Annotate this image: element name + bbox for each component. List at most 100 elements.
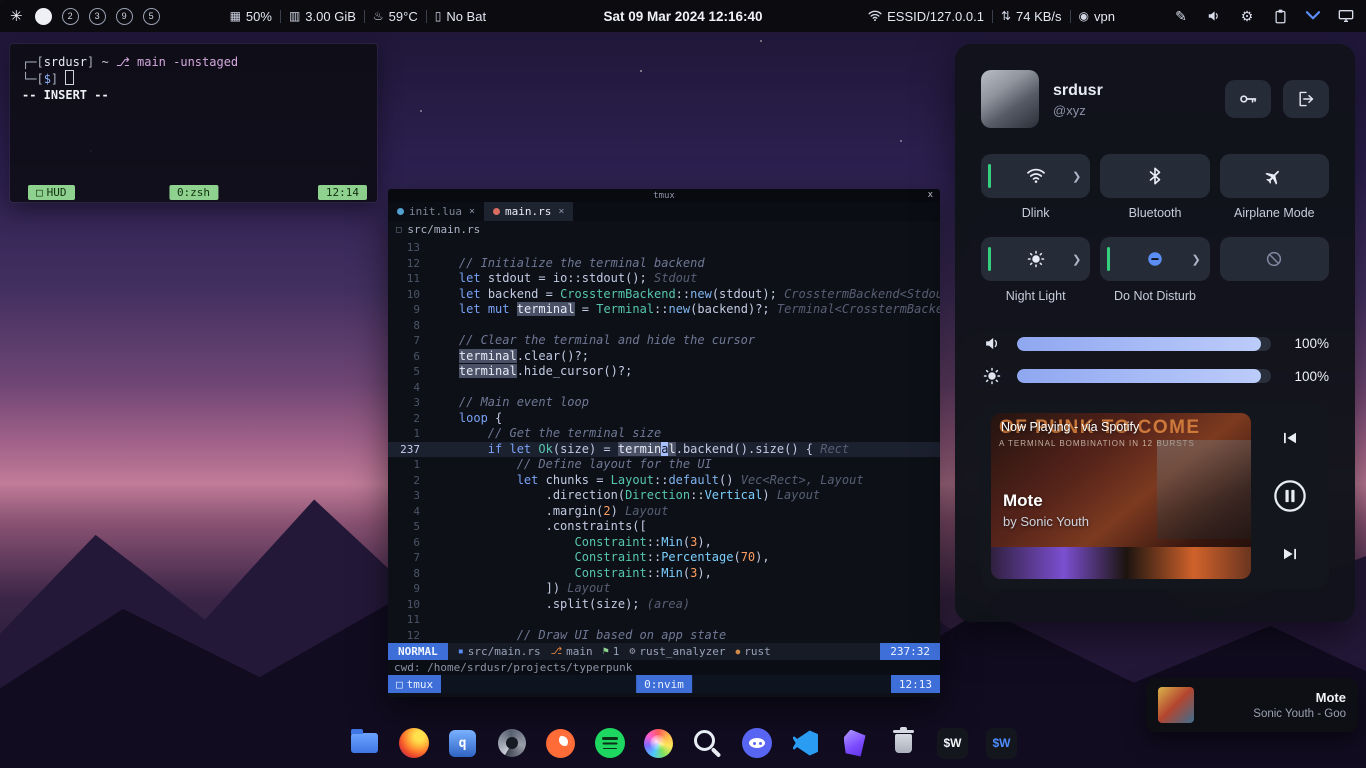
code-line[interactable]: 4 .margin(2) Layout <box>388 504 940 520</box>
code-line[interactable]: 8 Constraint::Min(3), <box>388 566 940 582</box>
network-stats: ESSID/127.0.0.1 ⇅ 74 KB/s ◉ vpn <box>868 9 1115 24</box>
code-line[interactable]: 5 terminal.hide_cursor()?; <box>388 364 940 380</box>
chevron-right-icon[interactable]: ❯ <box>1191 253 1200 266</box>
dock-item-discord[interactable] <box>738 725 775 762</box>
hud-badge[interactable]: □ HUD <box>28 185 75 200</box>
code-line[interactable]: 12 // Draw UI based on app state <box>388 628 940 644</box>
code-area: 1312 // Initialize the terminal backend1… <box>388 238 940 643</box>
dock-item-obsidian[interactable] <box>836 725 873 762</box>
next-button[interactable] <box>1271 535 1309 573</box>
code-line[interactable]: 4 <box>388 380 940 396</box>
code-line[interactable]: 6 terminal.clear()?; <box>388 349 940 365</box>
tab-init-lua[interactable]: init.lua × <box>388 202 484 221</box>
distro-logo-icon[interactable]: ✳ <box>10 7 23 25</box>
wifi-stat[interactable]: ESSID/127.0.0.1 <box>868 9 984 24</box>
magnifier-icon <box>694 730 715 751</box>
dock-item-spotify[interactable] <box>591 725 628 762</box>
workspace-tag[interactable]: 9 <box>116 8 133 25</box>
code-line[interactable]: 11 <box>388 612 940 628</box>
pause-button[interactable] <box>1271 477 1309 515</box>
wifi-toggle[interactable]: ❯ <box>981 154 1090 198</box>
media-notification[interactable]: Mote Sonic Youth - Goo <box>1146 678 1358 732</box>
nvim-statusline: NORMAL ▪ src/main.rs ⎇ main ⚑ 1 ⚙ rust_a… <box>388 643 940 660</box>
code-line[interactable]: 2 loop { <box>388 411 940 427</box>
code-line[interactable]: 237 if let Ok(size) = terminal.backend()… <box>388 442 940 458</box>
previous-icon <box>1280 429 1300 447</box>
temperature-value: 59°C <box>389 9 418 24</box>
code-line[interactable]: 8 <box>388 318 940 334</box>
volume-button[interactable] <box>1204 6 1224 26</box>
code-line[interactable]: 10 .split(size); (area) <box>388 597 940 613</box>
code-line[interactable]: 2 let chunks = Layout::default() Vec<Rec… <box>388 473 940 489</box>
chevron-right-icon[interactable]: ❯ <box>1072 253 1081 266</box>
terminal-output[interactable]: ┌─[srdusr] ~ ⎇ main -unstaged└─[$] -- IN… <box>10 44 377 113</box>
vpn-stat[interactable]: ◉ vpn <box>1079 9 1115 24</box>
dock-item-graphics-app[interactable] <box>640 725 677 762</box>
tmux-session-badge[interactable]: 0:zsh <box>169 185 218 200</box>
chevron-right-icon[interactable]: ❯ <box>1072 170 1081 183</box>
code-line[interactable]: 1 // Define layout for the UI <box>388 457 940 473</box>
logout-button[interactable] <box>1283 80 1329 118</box>
bluetooth-toggle[interactable] <box>1100 154 1209 198</box>
cwd-line: cwd: /home/srdusr/projects/typerpunk <box>388 660 940 675</box>
workspace-tag[interactable]: 2 <box>62 8 79 25</box>
keyring-button[interactable] <box>1225 80 1271 118</box>
dock-item-vscode[interactable] <box>787 725 824 762</box>
airplane-toggle[interactable] <box>1220 154 1329 198</box>
code-line[interactable]: 7 Constraint::Percentage(70), <box>388 550 940 566</box>
window-close-button[interactable]: x <box>928 189 933 202</box>
blocked-toggle[interactable] <box>1220 237 1329 281</box>
workspace-tag[interactable]: 3 <box>89 8 106 25</box>
code-line[interactable]: 7 // Clear the terminal and hide the cur… <box>388 333 940 349</box>
screen-layout-button[interactable] <box>1336 6 1356 26</box>
code-line[interactable]: 10 let backend = CrosstermBackend::new(s… <box>388 287 940 303</box>
dock-item-sw-blue[interactable]: $W <box>983 725 1020 762</box>
code-line[interactable]: 6 Constraint::Min(3), <box>388 535 940 551</box>
workspace-tag[interactable]: 5 <box>143 8 160 25</box>
brightness-fill <box>1017 369 1261 383</box>
dock-item-trash[interactable] <box>885 725 922 762</box>
airplane-icon <box>1265 167 1283 185</box>
dock-item-firefox[interactable] <box>395 725 432 762</box>
previous-button[interactable] <box>1271 419 1309 457</box>
dock-item-qutebrowser[interactable]: q <box>444 725 481 762</box>
dock-item-file-manager[interactable] <box>346 725 383 762</box>
clock[interactable]: Sat 09 Mar 2024 12:16:40 <box>603 9 762 24</box>
tmux-session-label: tmux <box>407 678 434 691</box>
do-not-disturb-icon <box>1146 250 1164 268</box>
panel-toggle-button[interactable] <box>1303 6 1323 26</box>
tab-close-icon[interactable]: × <box>558 206 564 217</box>
user-handle: @xyz <box>1053 103 1103 118</box>
dock-item-shell[interactable] <box>493 725 530 762</box>
code-line[interactable]: 13 <box>388 240 940 256</box>
tmux-session-badge[interactable]: □ tmux <box>388 675 441 693</box>
code-line[interactable]: 12 // Initialize the terminal backend <box>388 256 940 272</box>
workspace-active[interactable] <box>35 8 52 25</box>
toggle-blocked <box>1220 237 1329 304</box>
shell-icon <box>498 729 526 757</box>
night-light-toggle[interactable]: ❯ <box>981 237 1090 281</box>
code-line[interactable]: 1 // Get the terminal size <box>388 426 940 442</box>
dnd-toggle[interactable]: ❯ <box>1100 237 1209 281</box>
control-center: srdusr @xyz ❯ D <box>955 44 1355 622</box>
tmux-window-badge[interactable]: 0:nvim <box>636 675 692 693</box>
terminal-line[interactable]: ┌─[srdusr] ~ ⎇ main -unstaged <box>22 54 365 70</box>
tab-close-icon[interactable]: × <box>469 206 475 217</box>
settings-button[interactable]: ⚙ <box>1237 6 1257 26</box>
code-line[interactable]: 3 .direction(Direction::Vertical) Layout <box>388 488 940 504</box>
dock-item-postman[interactable] <box>542 725 579 762</box>
code-line[interactable]: 11 let stdout = io::stdout(); Stdout <box>388 271 940 287</box>
brightness-slider[interactable] <box>1017 369 1271 383</box>
code-line[interactable]: 5 .constraints([ <box>388 519 940 535</box>
dock-item-sw-light[interactable]: $W <box>934 725 971 762</box>
code-line[interactable]: 9 let mut terminal = Terminal::new(backe… <box>388 302 940 318</box>
terminal-line[interactable]: -- INSERT -- <box>22 87 365 103</box>
tab-main-rs[interactable]: main.rs × <box>484 202 573 221</box>
terminal-line[interactable]: └─[$] <box>22 70 365 87</box>
dock-item-screenshot-tool[interactable] <box>689 725 726 762</box>
code-line[interactable]: 9 ]) Layout <box>388 581 940 597</box>
color-picker-button[interactable]: ✎ <box>1171 6 1191 26</box>
clipboard-button[interactable] <box>1270 6 1290 26</box>
volume-slider[interactable] <box>1017 337 1271 351</box>
code-line[interactable]: 3 // Main event loop <box>388 395 940 411</box>
